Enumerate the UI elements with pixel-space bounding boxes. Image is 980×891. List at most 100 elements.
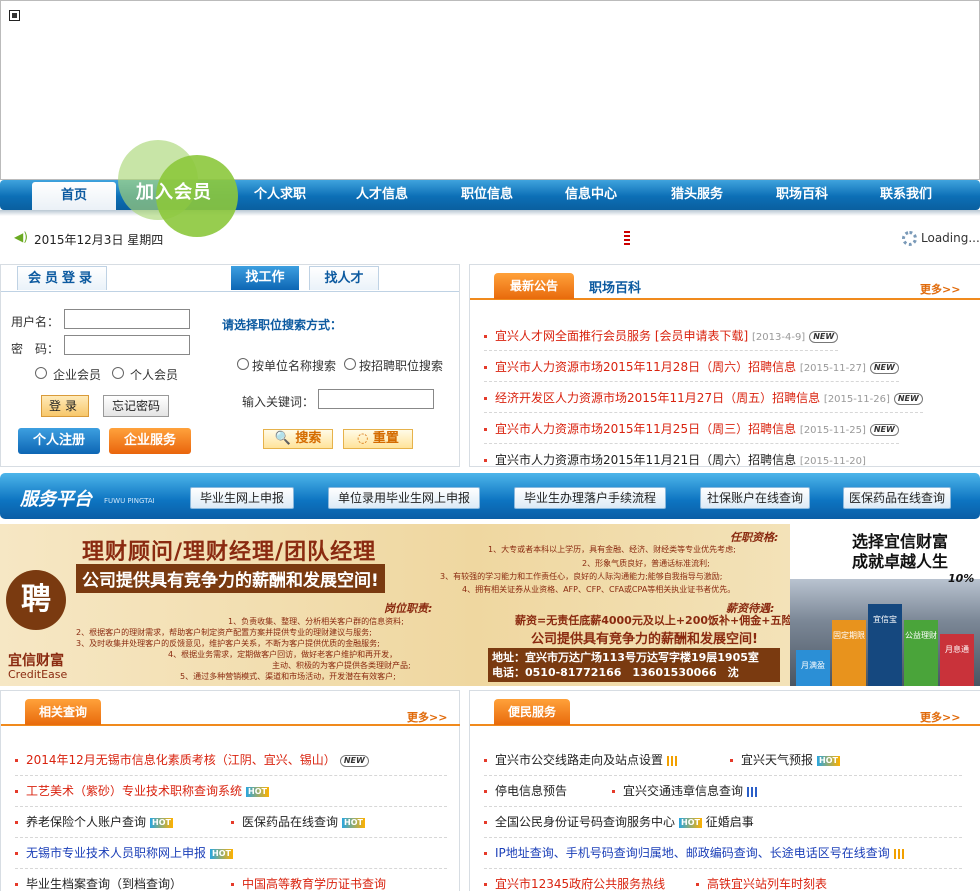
divider bbox=[1, 291, 210, 292]
nav-item-headhunter[interactable]: 猎头服务 bbox=[653, 180, 741, 210]
list-item-secondary[interactable]: 宜兴交通违章信息查询 bbox=[612, 776, 760, 806]
list-item-secondary[interactable]: 医保药品在线查询 HOT bbox=[231, 807, 365, 837]
list-item[interactable]: 停电信息预告 宜兴交通违章信息查询 bbox=[484, 776, 962, 807]
photo-title-line: 成就卓越人生 bbox=[852, 552, 949, 571]
employer-graduate-apply-button[interactable]: 单位录用毕业生网上申报 bbox=[328, 487, 480, 509]
scrolling-notice[interactable] bbox=[624, 231, 630, 247]
signal-bars-icon bbox=[747, 786, 760, 797]
list-item[interactable]: 养老保险个人账户查询 HOT 医保药品在线查询 HOT bbox=[15, 807, 447, 838]
nav-item-job-seeking[interactable]: 个人求职 bbox=[236, 180, 324, 210]
graduate-online-apply-button[interactable]: 毕业生网上申报 bbox=[190, 487, 294, 509]
new-icon: NEW bbox=[893, 392, 923, 405]
ad-requirement-line: 3、有较强的学习能力和工作责任心，良好的人际沟通能力;能够自我指导与激励; bbox=[440, 572, 723, 581]
service-link[interactable]: IP地址查询、手机号码查询归属地、邮政编码查询、长途电话区号在线查询 bbox=[495, 846, 890, 860]
service-link[interactable]: 宜兴市公交线路走向及站点设置 bbox=[495, 753, 663, 767]
tab-find-job[interactable]: 找工作 bbox=[231, 266, 299, 290]
bullet bbox=[15, 852, 18, 855]
query-link[interactable]: 养老保险个人账户查询 bbox=[26, 815, 146, 829]
ad-duty-line: 1、负责收集、整理、分析相关客户群的信息资料; bbox=[228, 617, 404, 626]
list-item[interactable]: 全国公民身份证号码查询服务中心 HOT 征婚启事 bbox=[484, 807, 962, 838]
convenience-more-link[interactable]: 更多>> bbox=[920, 709, 960, 725]
nav-item-contact[interactable]: 联系我们 bbox=[862, 180, 950, 210]
signal-bars-icon bbox=[667, 755, 680, 766]
query-link[interactable]: 2014年12月无锡市信息化素质考核（江阴、宜兴、锡山） bbox=[26, 753, 336, 767]
medical-drug-query-button[interactable]: 医保药品在线查询 bbox=[843, 487, 951, 509]
search-method-title: 请选择职位搜索方式： bbox=[222, 318, 343, 332]
password-input[interactable] bbox=[64, 335, 190, 355]
bullet bbox=[484, 428, 487, 431]
company-member-radio[interactable] bbox=[35, 367, 47, 379]
service-link[interactable]: 宜兴天气预报 bbox=[741, 753, 813, 767]
list-item[interactable]: 无锡市专业技术人员职称网上申报 HOT bbox=[15, 838, 447, 869]
news-title[interactable]: 宜兴市人力资源市场2015年11月21日（周六）招聘信息 bbox=[495, 453, 796, 467]
personal-register-button[interactable]: 个人注册 bbox=[18, 428, 100, 454]
service-link[interactable]: 全国公民身份证号码查询服务中心 bbox=[495, 815, 675, 829]
service-link[interactable]: 高铁宜兴站列车时刻表 bbox=[707, 877, 827, 891]
service-link[interactable]: 宜兴交通违章信息查询 bbox=[623, 784, 743, 798]
related-more-link[interactable]: 更多>> bbox=[407, 709, 447, 725]
ad-duty-line: 3、及时收集并处理客户的反馈意见，维护客户关系，不断为客户提供优质的金融服务; bbox=[76, 639, 380, 648]
list-item[interactable]: 毕业生档案查询（到档查询） 中国高等教育学历证书查询 bbox=[15, 869, 447, 891]
graduate-household-process-button[interactable]: 毕业生办理落户手续流程 bbox=[514, 487, 666, 509]
list-item-secondary[interactable]: 中国高等教育学历证书查询 bbox=[231, 869, 386, 891]
tab-convenience-services[interactable]: 便民服务 bbox=[494, 699, 570, 725]
tab-career-wiki[interactable]: 职场百科 bbox=[589, 277, 641, 296]
list-item[interactable]: 2014年12月无锡市信息化素质考核（江阴、宜兴、锡山） NEW bbox=[15, 745, 447, 776]
list-item[interactable]: 经济开发区人力资源市场2015年11月27日（周五）招聘信息 [2015-11-… bbox=[484, 383, 923, 413]
ad-duty-line: 主动、积极的为客户提供各类理财产品; bbox=[272, 661, 411, 670]
list-item[interactable]: 宜兴市公交线路走向及站点设置 宜兴天气预报 HOT bbox=[484, 745, 962, 776]
recruitment-ad[interactable]: 聘 宜信财富 CreditEase 理财顾问/理财经理/团队经理 公司提供具有竞… bbox=[0, 524, 814, 686]
list-item[interactable]: 工艺美术（紫砂）专业技术职称查询系统 HOT bbox=[15, 776, 447, 807]
list-item[interactable]: 宜兴市人力资源市场2015年11月21日（周六）招聘信息 [2015-11-20… bbox=[484, 445, 866, 467]
login-button[interactable]: 登录 bbox=[41, 395, 89, 417]
search-button-label: 搜索 bbox=[295, 431, 322, 446]
search-by-position-radio[interactable] bbox=[344, 358, 356, 370]
reset-button[interactable]: ◌ 重置 bbox=[343, 429, 413, 449]
ad-photo[interactable]: 选择宜信财富 成就卓越人生 10% 月满盈 固定期限 宜信宝 公益理财 月息通 bbox=[790, 524, 980, 686]
query-link[interactable]: 无锡市专业技术人员职称网上申报 bbox=[26, 846, 206, 860]
query-link[interactable]: 工艺美术（紫砂）专业技术职称查询系统 bbox=[26, 784, 242, 798]
tab-find-talent[interactable]: 找人才 bbox=[309, 266, 379, 290]
platform-title: 服务平台 bbox=[20, 489, 92, 510]
divider bbox=[210, 291, 459, 292]
speaker-icon: ◀) bbox=[14, 230, 28, 244]
bullet bbox=[484, 335, 487, 338]
tab-latest-notices[interactable]: 最新公告 bbox=[494, 273, 574, 299]
news-title[interactable]: 宜兴市人力资源市场2015年11月28日（周六）招聘信息 bbox=[495, 360, 796, 374]
news-title[interactable]: 宜兴人才网全面推行会员服务 [会员申请表下载] bbox=[495, 329, 748, 343]
nav-item-info-center[interactable]: 信息中心 bbox=[547, 180, 635, 210]
list-item-secondary[interactable]: 宜兴天气预报 HOT bbox=[730, 745, 840, 775]
query-link[interactable]: 医保药品在线查询 bbox=[242, 815, 338, 829]
nav-item-talent-info[interactable]: 人才信息 bbox=[338, 180, 426, 210]
list-item[interactable]: 宜兴市人力资源市场2015年11月25日（周三）招聘信息 [2015-11-25… bbox=[484, 414, 899, 444]
news-more-link[interactable]: 更多>> bbox=[920, 281, 960, 297]
keyword-label: 输入关键词： bbox=[242, 395, 315, 409]
news-date: [2015-11-25] bbox=[799, 425, 866, 436]
list-item[interactable]: 宜兴市12345政府公共服务热线 高铁宜兴站列车时刻表 bbox=[484, 869, 962, 891]
company-service-button[interactable]: 企业服务 bbox=[109, 428, 191, 454]
news-title[interactable]: 宜兴市人力资源市场2015年11月25日（周三）招聘信息 bbox=[495, 422, 796, 436]
ad-salary-line: 薪资=无责任底薪4000元及以上+200饭补+佣金+五险一金 bbox=[515, 614, 815, 627]
forgot-password-button[interactable]: 忘记密码 bbox=[103, 395, 169, 417]
service-link[interactable]: 停电信息预告 bbox=[495, 784, 567, 798]
query-link[interactable]: 中国高等教育学历证书查询 bbox=[242, 877, 386, 891]
search-by-company-radio[interactable] bbox=[237, 358, 249, 370]
search-button[interactable]: 🔍 搜索 bbox=[263, 429, 333, 449]
service-link[interactable]: 征婚启事 bbox=[706, 815, 754, 829]
username-input[interactable] bbox=[64, 309, 190, 329]
list-item[interactable]: IP地址查询、手机号码查询归属地、邮政编码查询、长途电话区号在线查询 bbox=[484, 838, 962, 869]
news-title[interactable]: 经济开发区人力资源市场2015年11月27日（周五）招聘信息 bbox=[495, 391, 820, 405]
social-security-query-button[interactable]: 社保账户在线查询 bbox=[700, 487, 810, 509]
signal-bars-icon bbox=[893, 848, 906, 859]
tab-related-queries[interactable]: 相关查询 bbox=[25, 699, 101, 725]
service-link[interactable]: 宜兴市12345政府公共服务热线 bbox=[495, 877, 665, 891]
person-member-radio[interactable] bbox=[112, 367, 124, 379]
list-item[interactable]: 宜兴市人力资源市场2015年11月28日（周六）招聘信息 [2015-11-27… bbox=[484, 352, 899, 382]
nav-item-position-info[interactable]: 职位信息 bbox=[443, 180, 531, 210]
list-item[interactable]: 宜兴人才网全面推行会员服务 [会员申请表下载] [2013-4-9] NEW bbox=[484, 321, 839, 351]
list-item-secondary[interactable]: 高铁宜兴站列车时刻表 bbox=[696, 869, 827, 891]
keyword-input[interactable] bbox=[318, 389, 434, 409]
query-link[interactable]: 毕业生档案查询（到档查询） bbox=[26, 877, 182, 891]
nav-item-career-wiki[interactable]: 职场百科 bbox=[758, 180, 846, 210]
date-bar: ◀) 2015年12月3日 星期四 Loading... bbox=[0, 225, 980, 253]
